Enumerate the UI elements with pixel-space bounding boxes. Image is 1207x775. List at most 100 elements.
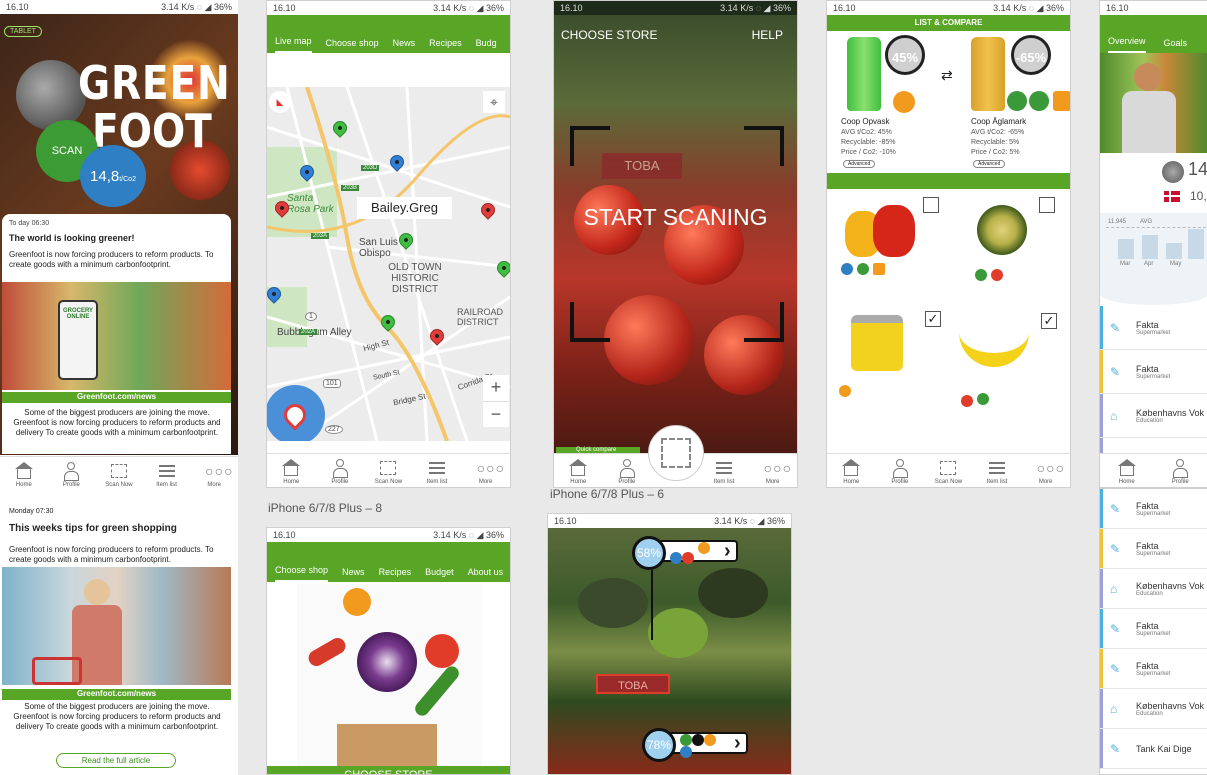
chevron-right-icon: › <box>724 540 731 562</box>
nav-more[interactable]: ○○○ More <box>1026 459 1066 485</box>
tab-choose-shop[interactable]: Choose shop <box>326 38 379 53</box>
screen-live-map: 16.10 3.14 K/s ◌ ◢ 36% Live map Choose sh… <box>266 0 511 488</box>
nav-profile[interactable]: Profile <box>607 459 647 485</box>
list-item[interactable]: ✎ Fakta Supermarket <box>1100 489 1207 529</box>
overview-value-2: 10, <box>1190 189 1207 203</box>
more-icon: ○○○ <box>205 463 234 479</box>
frame-caption: iPhone 6/7/8 Plus – 8 <box>268 501 383 515</box>
tips-link[interactable]: Greenfoot.com/news <box>2 689 231 700</box>
nav-more[interactable]: ○○○ More <box>194 462 234 488</box>
tab-recipes[interactable]: Recipes <box>429 38 462 53</box>
list-item[interactable]: ✎ Fakta Supermarket <box>1100 306 1207 350</box>
start-scanning-label[interactable]: START SCANING <box>554 204 797 231</box>
eco-icon <box>1007 91 1027 111</box>
list-item[interactable]: ✎ Fakta Supermarket <box>1100 649 1207 689</box>
tab-overview[interactable]: Overview <box>1108 36 1146 53</box>
nav-home[interactable]: Home <box>831 459 871 485</box>
compass-icon[interactable]: ◣ <box>269 91 291 113</box>
tab-budget[interactable]: Budget <box>425 567 454 582</box>
screen-choose-shop: 16.10 3.14 K/s ◌ ◢ 36% Choose shop News Re… <box>266 527 511 775</box>
row-subtitle: Supermarket <box>1136 510 1171 517</box>
news-link[interactable]: Greenfoot.com/news <box>2 392 231 403</box>
map[interactable]: Santa Rosa Park San Luis Obispo OLD TOWN… <box>267 87 510 441</box>
list-item[interactable]: ⌂ Københavns Vok Education <box>1100 569 1207 609</box>
help-link[interactable]: HELP <box>752 28 783 42</box>
news-card[interactable]: To day 06:30 The world is looking greene… <box>2 214 231 454</box>
nav-list[interactable]: Item list <box>977 459 1017 485</box>
nav-home[interactable]: Home <box>1107 459 1147 485</box>
compare-tag-2[interactable]: 78% › <box>642 728 748 768</box>
nav-more[interactable]: ○○○ More <box>753 459 793 485</box>
choose-store-button[interactable]: CHOOSE STORE <box>267 766 510 774</box>
zoom-in-button[interactable]: + <box>483 375 509 401</box>
list-item[interactable]: ⌂ Københavns Vok Education <box>1100 394 1207 438</box>
more-icon: ○○○ <box>763 460 793 476</box>
shop-icon: ✎ <box>1110 741 1121 756</box>
item-bananas[interactable] <box>959 317 1035 381</box>
nav-scan[interactable]: Scan Now <box>99 462 139 488</box>
compare-product-1[interactable]: 45% Coop Opvask AVG t/Co2: 45% Recyclabl… <box>841 35 941 173</box>
list-item[interactable]: ✎ Fakta Supermarket <box>1100 609 1207 649</box>
compare-tag-1[interactable]: 58% › <box>632 536 738 570</box>
item-checkbox[interactable]: ✓ <box>925 311 941 327</box>
store-sign: TOBA <box>596 674 670 694</box>
compare-product-2[interactable]: -65% Coop Äglamark AVG t/Co2: -65% Recyc… <box>969 35 1070 173</box>
choose-store-link[interactable]: CHOOSE STORE <box>561 28 657 42</box>
tab-news[interactable]: News <box>342 567 365 582</box>
scan-frame <box>570 126 784 342</box>
read-article-button[interactable]: Read the full article <box>56 753 176 768</box>
news-image: GROCERY ONLINE <box>2 282 231 390</box>
item-checkbox[interactable]: ✓ <box>1041 313 1057 329</box>
row-title: Fakta <box>1136 540 1159 551</box>
item-jar[interactable] <box>851 315 903 371</box>
list-item[interactable]: ✎ Fakta Supermarket <box>1100 529 1207 569</box>
screen-home: 16.10 3.14 K/s ◌ ◢ 36% TABLET GREEN FOOT… <box>0 0 238 490</box>
map-app-icon[interactable] <box>267 385 325 441</box>
screen-tips: Monday 07:30 This weeks tips for green s… <box>0 490 238 775</box>
nav-profile[interactable]: Profile <box>51 462 91 488</box>
nav-scan[interactable]: Scan Now <box>368 459 408 485</box>
advanced-button[interactable]: Advanced <box>843 160 876 168</box>
tab-budg[interactable]: Budg <box>476 38 497 53</box>
nav-scan[interactable]: Scan Now <box>928 459 968 485</box>
zoom-out-button[interactable]: − <box>483 401 509 427</box>
nav-home[interactable]: Home <box>4 462 44 488</box>
eco-icon <box>857 263 869 275</box>
item-checkbox[interactable] <box>923 197 939 213</box>
chart-month: Mar <box>1120 261 1131 267</box>
scan-fab-button[interactable] <box>648 425 704 481</box>
tab-goals[interactable]: Goals <box>1164 38 1188 53</box>
advanced-button[interactable]: Advanced <box>973 160 1006 168</box>
swap-icon[interactable]: ⇄ <box>941 67 953 84</box>
tab-recipes[interactable]: Recipes <box>379 567 412 582</box>
nav-home[interactable]: Home <box>558 459 598 485</box>
nav-more[interactable]: ○○○ More <box>466 459 506 485</box>
eco-icon <box>893 91 915 113</box>
nav-list[interactable]: Item list <box>147 462 187 488</box>
profile-icon <box>62 462 80 481</box>
tab-about-us[interactable]: About us <box>468 567 504 582</box>
tablet-badge[interactable]: TABLET <box>4 26 42 37</box>
co2-bubble[interactable]: 14,8 t/Co2 <box>80 145 146 207</box>
nav-profile[interactable]: Profile <box>1160 459 1200 485</box>
nav-home[interactable]: Home <box>271 459 311 485</box>
tab-live-map[interactable]: Live map <box>275 36 312 53</box>
divider-bar <box>827 173 1070 189</box>
nav-list[interactable]: Item list <box>417 459 457 485</box>
tab-choose-shop[interactable]: Choose shop <box>275 565 329 582</box>
list-item[interactable]: ⌂ Københavns Vok Education <box>1100 689 1207 729</box>
tab-news[interactable]: News <box>393 38 416 53</box>
nav-profile[interactable]: Profile <box>880 459 920 485</box>
row-subtitle: Supermarket <box>1136 670 1171 677</box>
list-item[interactable]: ✎ Fakta Supermarket <box>1100 350 1207 394</box>
item-checkbox[interactable] <box>1039 197 1055 213</box>
nav-profile[interactable]: Profile <box>320 459 360 485</box>
nav-list[interactable]: Item list <box>704 459 744 485</box>
list-item[interactable]: ✎ Tank Kai Dige <box>1100 729 1207 769</box>
item-peppers[interactable] <box>845 197 925 257</box>
row-subtitle: Education <box>1136 417 1163 424</box>
item-avocado[interactable] <box>977 205 1027 255</box>
home-icon <box>14 462 33 480</box>
locate-icon[interactable]: ⌖ <box>483 91 505 113</box>
route-203b: 203B <box>341 185 360 191</box>
